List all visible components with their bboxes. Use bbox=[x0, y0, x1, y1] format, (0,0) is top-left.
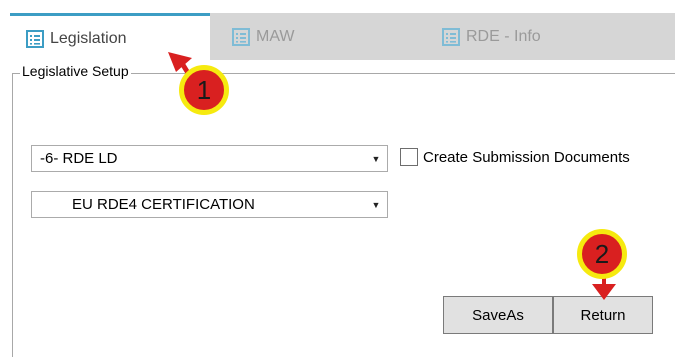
annotation-badge-2: 2 bbox=[577, 229, 627, 279]
annotation-badge-1: 1 bbox=[179, 65, 229, 115]
annotation-arrows bbox=[168, 52, 616, 300]
